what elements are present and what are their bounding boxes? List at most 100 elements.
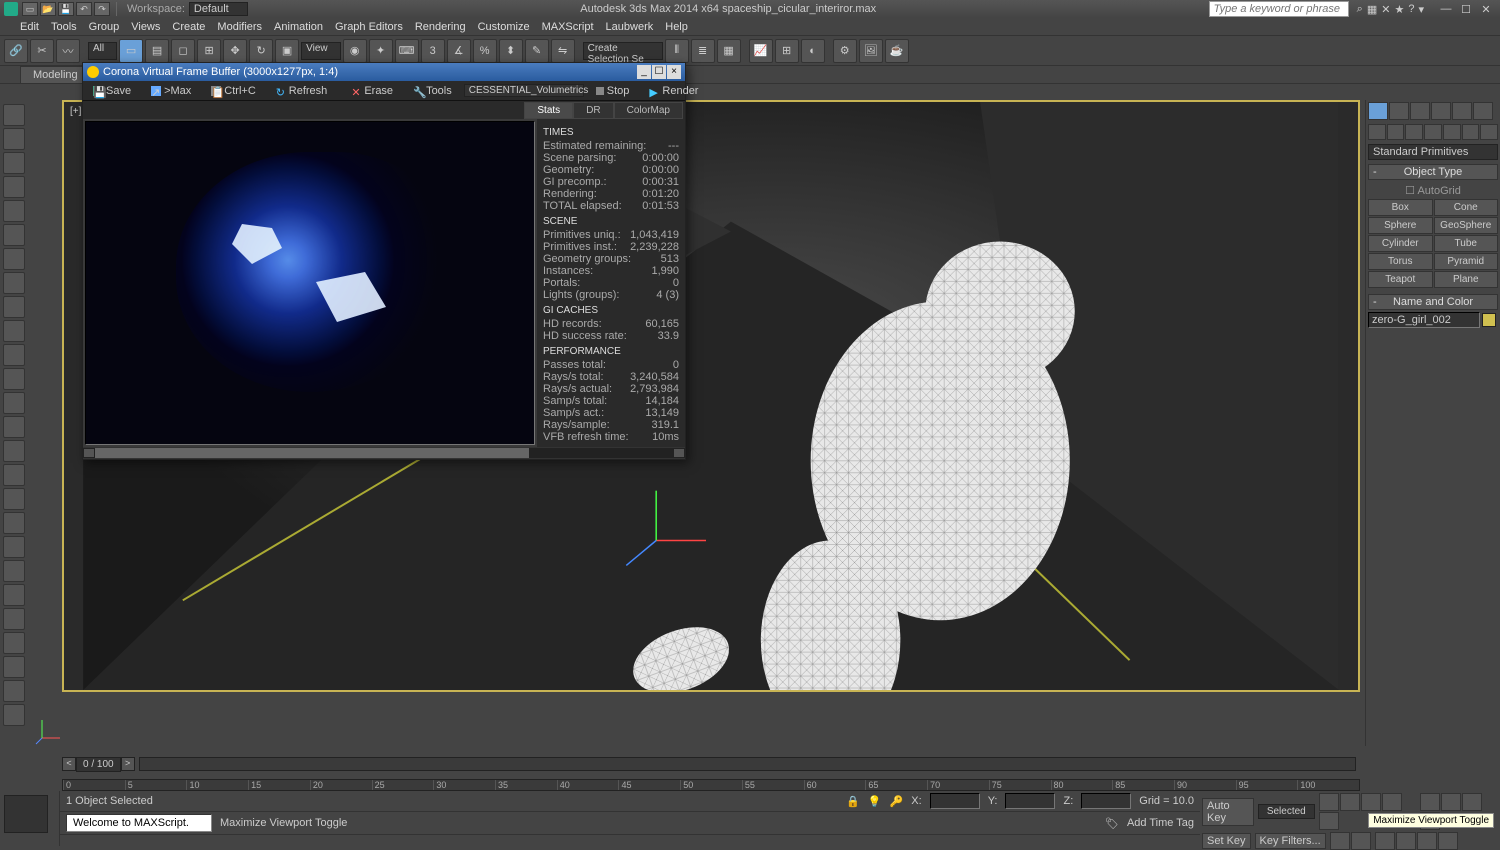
maxscript-listener[interactable]: Welcome to MAXScript. — [66, 814, 212, 832]
menu-customize[interactable]: Customize — [478, 21, 530, 33]
pan-view-icon[interactable] — [1420, 793, 1440, 811]
app-icon[interactable] — [4, 2, 18, 16]
vfb-tools-button[interactable]: 🔧Tools — [405, 83, 460, 99]
vfb-save-button[interactable]: 💾Save — [85, 83, 139, 99]
create-tube-button[interactable]: Tube — [1434, 235, 1499, 252]
left-tool-13-icon[interactable] — [3, 392, 25, 414]
left-tool-19-icon[interactable] — [3, 536, 25, 558]
render-setup-icon[interactable]: ⚙ — [833, 39, 857, 63]
left-tool-22-icon[interactable] — [3, 608, 25, 630]
named-selection-combo[interactable]: Create Selection Se — [583, 42, 663, 60]
undo-icon[interactable]: ↶ — [76, 2, 92, 16]
graphite-icon[interactable]: ▦ — [717, 39, 741, 63]
left-tool-21-icon[interactable] — [3, 584, 25, 606]
left-tool-12-icon[interactable] — [3, 368, 25, 390]
systems-cat-icon[interactable] — [1480, 124, 1498, 140]
vfb-window[interactable]: Corona Virtual Frame Buffer (3000x1277px… — [82, 62, 686, 460]
menu-graph-editors[interactable]: Graph Editors — [335, 21, 403, 33]
percent-snap-icon[interactable]: % — [473, 39, 497, 63]
time-ruler[interactable]: 0510152025303540455055606570758085909510… — [62, 779, 1360, 791]
left-tool-15-icon[interactable] — [3, 440, 25, 462]
auto-key-button[interactable]: Auto Key — [1202, 798, 1254, 826]
new-file-icon[interactable]: ▭ — [22, 2, 38, 16]
arc-rotate-icon[interactable] — [1441, 793, 1461, 811]
left-tool-23-icon[interactable] — [3, 632, 25, 654]
fov-icon[interactable] — [1375, 832, 1395, 850]
named-sel-set-icon[interactable]: ✎ — [525, 39, 549, 63]
menu-create[interactable]: Create — [172, 21, 205, 33]
use-pivot-center-icon[interactable]: ◉ — [343, 39, 367, 63]
shapes-cat-icon[interactable] — [1387, 124, 1405, 140]
vfb-titlebar[interactable]: Corona Virtual Frame Buffer (3000x1277px… — [83, 63, 685, 81]
schematic-view-icon[interactable]: ⊞ — [775, 39, 799, 63]
primitive-category-dropdown[interactable]: Standard Primitives — [1368, 144, 1498, 160]
create-tab-icon[interactable] — [1368, 102, 1388, 120]
spinner-snap-icon[interactable]: ⬍ — [499, 39, 523, 63]
scroll-right-icon[interactable] — [673, 448, 685, 458]
goto-start-icon[interactable] — [1319, 793, 1339, 811]
scroll-left-icon[interactable] — [83, 448, 95, 458]
unlink-tool-icon[interactable]: ✂ — [30, 39, 54, 63]
create-box-button[interactable]: Box — [1368, 199, 1433, 216]
helpers-cat-icon[interactable] — [1443, 124, 1461, 140]
render-frame-icon[interactable]: 🖼 — [859, 39, 883, 63]
left-tool-24-icon[interactable] — [3, 656, 25, 678]
menu-group[interactable]: Group — [89, 21, 120, 33]
link-tool-icon[interactable]: 🔗 — [4, 39, 28, 63]
coord-y-input[interactable] — [1005, 793, 1055, 809]
menu-maxscript[interactable]: MAXScript — [542, 21, 594, 33]
rect-select-region-icon[interactable]: ◻ — [171, 39, 195, 63]
zoom-all-icon[interactable] — [1396, 832, 1416, 850]
scroll-thumb[interactable] — [95, 448, 529, 458]
motion-tab-icon[interactable] — [1431, 102, 1451, 120]
left-tool-10-icon[interactable] — [3, 320, 25, 342]
ribbon-modeling-tab[interactable]: Modeling — [20, 66, 91, 83]
exchange-icon[interactable]: ✕ — [1381, 3, 1390, 16]
left-tool-9-icon[interactable] — [3, 296, 25, 318]
select-by-name-icon[interactable]: ▤ — [145, 39, 169, 63]
vfb-render-button[interactable]: ▶Render — [641, 83, 706, 99]
play-icon[interactable] — [1361, 793, 1381, 811]
create-plane-button[interactable]: Plane — [1434, 271, 1499, 288]
time-tag-icon[interactable]: 🏷 — [1105, 817, 1119, 830]
vfb-render-view[interactable] — [85, 121, 535, 445]
next-frame-icon[interactable] — [1382, 793, 1402, 811]
add-time-tag-button[interactable]: Add Time Tag — [1127, 817, 1194, 829]
lights-cat-icon[interactable] — [1405, 124, 1423, 140]
material-editor-icon[interactable]: ◐ — [801, 39, 825, 63]
create-pyramid-button[interactable]: Pyramid — [1434, 253, 1499, 270]
workspace-dropdown[interactable]: Default — [189, 2, 248, 16]
bind-space-warp-icon[interactable]: 〰 — [56, 39, 80, 63]
menu-animation[interactable]: Animation — [274, 21, 323, 33]
autogrid-checkbox[interactable]: ☐ AutoGrid — [1368, 182, 1498, 199]
left-tool-18-icon[interactable] — [3, 512, 25, 534]
left-tool-4-icon[interactable] — [3, 176, 25, 198]
vfb-element-combo[interactable]: CESSENTIAL_Volumetrics — [464, 84, 584, 97]
vfb-copy-button[interactable]: 📋Ctrl+C — [203, 83, 263, 99]
vfb-erase-button[interactable]: ✕Erase — [343, 83, 401, 99]
left-tool-7-icon[interactable] — [3, 248, 25, 270]
ref-coord-combo[interactable]: View — [301, 42, 341, 60]
timeline-next-button[interactable]: > — [121, 757, 135, 771]
key-mode-combo[interactable]: Selected — [1258, 804, 1315, 819]
left-tool-1-icon[interactable] — [3, 104, 25, 126]
create-cylinder-button[interactable]: Cylinder — [1368, 235, 1433, 252]
create-teapot-button[interactable]: Teapot — [1368, 271, 1433, 288]
rotate-tool-icon[interactable]: ↻ — [249, 39, 273, 63]
vfb-close-button[interactable]: × — [667, 65, 681, 79]
vfb-minimize-button[interactable]: _ — [637, 65, 651, 79]
time-config-icon[interactable] — [1351, 832, 1371, 850]
vfb-tab-dr[interactable]: DR — [573, 102, 613, 119]
select-object-tool-icon[interactable]: ▭ — [119, 39, 143, 63]
vfb-tomax-button[interactable]: ↗>Max — [143, 83, 199, 99]
viewport-label[interactable]: [+] — [70, 106, 81, 117]
left-tool-11-icon[interactable] — [3, 344, 25, 366]
selection-lock-icon[interactable]: 🔑 — [890, 795, 904, 808]
menu-modifiers[interactable]: Modifiers — [217, 21, 262, 33]
redo-icon[interactable]: ↷ — [94, 2, 110, 16]
close-button[interactable]: ✕ — [1476, 3, 1496, 16]
left-tool-16-icon[interactable] — [3, 464, 25, 486]
vfb-stop-button[interactable]: Stop — [588, 83, 638, 99]
snap-toggle-icon[interactable]: 3 — [421, 39, 445, 63]
mini-curve-editor-icon[interactable] — [4, 795, 48, 833]
